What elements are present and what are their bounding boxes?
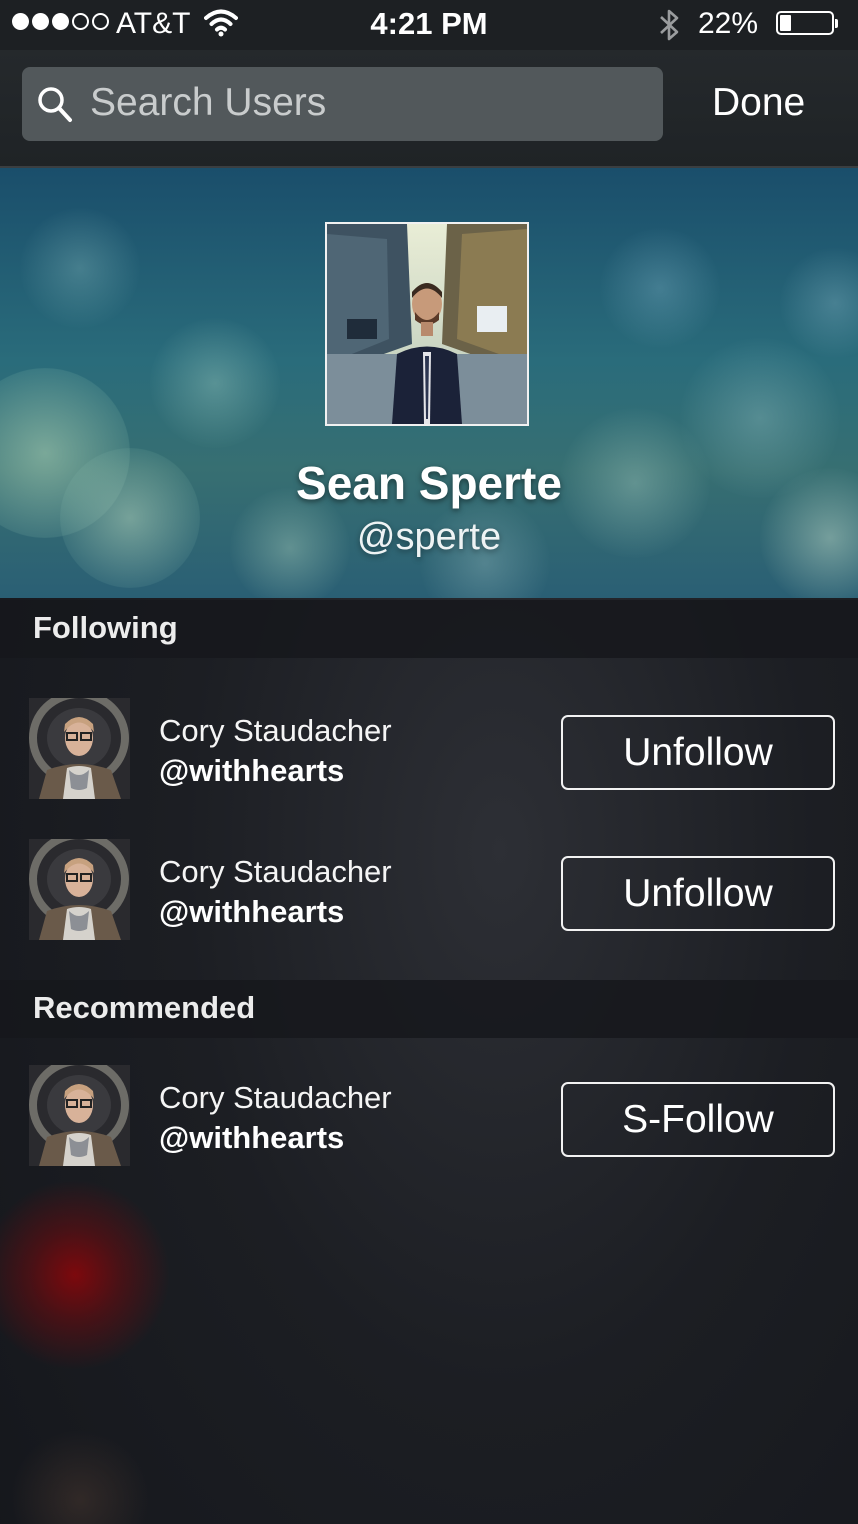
search-input[interactable]: Search Users	[22, 67, 663, 141]
user-avatar[interactable]	[29, 698, 130, 799]
user-avatar[interactable]	[29, 1065, 130, 1166]
unfollow-button[interactable]: Unfollow	[561, 715, 835, 790]
following-section-title: Following	[33, 610, 178, 645]
profile-handle: @sperte	[356, 516, 502, 558]
user-avatar[interactable]	[29, 839, 130, 940]
user-handle: @withhearts	[159, 894, 345, 929]
profile-name: Sean Sperte	[296, 457, 562, 509]
list-item: Cory Staudacher @withhearts S-Follow	[0, 1065, 858, 1167]
recommended-section-title: Recommended	[33, 990, 256, 1025]
user-name: Cory Staudacher	[159, 1080, 392, 1115]
unfollow-button[interactable]: Unfollow	[561, 856, 835, 931]
user-name: Cory Staudacher	[159, 713, 392, 748]
search-header: Search Users Done	[0, 50, 858, 168]
search-icon	[36, 85, 74, 130]
status-bar: AT&T 4:21 PM 22%	[0, 0, 858, 50]
list-item: Cory Staudacher @withhearts Unfollow	[0, 839, 858, 941]
battery-percent: 22%	[698, 7, 759, 40]
user-handle: @withhearts	[159, 1120, 345, 1155]
following-section-header: Following	[0, 600, 858, 658]
profile-banner: Sean Sperte @sperte	[0, 168, 858, 598]
user-handle: @withhearts	[159, 753, 345, 788]
list-item: Cory Staudacher @withhearts Unfollow	[0, 698, 858, 800]
follow-button[interactable]: S-Follow	[561, 1082, 835, 1157]
search-placeholder: Search Users	[90, 81, 327, 124]
profile-avatar[interactable]	[325, 222, 529, 426]
user-name: Cory Staudacher	[159, 854, 392, 889]
done-button[interactable]: Done	[712, 81, 805, 125]
battery-icon	[776, 11, 838, 35]
bluetooth-icon	[656, 6, 684, 52]
recommended-section-header: Recommended	[0, 980, 858, 1038]
